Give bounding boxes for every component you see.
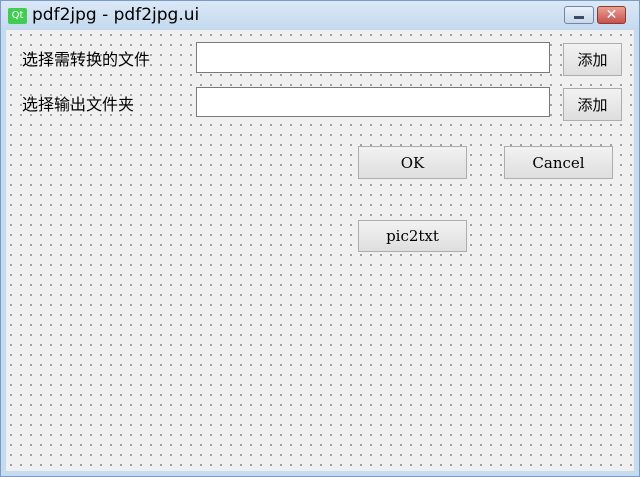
output-folder-input[interactable] — [196, 87, 550, 117]
title-bar[interactable]: Qt pdf2jpg - pdf2jpg.ui ✕ — [1, 1, 639, 30]
qt-logo-icon: Qt — [8, 8, 27, 24]
window-title: pdf2jpg - pdf2jpg.ui — [32, 5, 200, 25]
form-canvas: 选择需转换的文件 添加 选择输出文件夹 添加 OK Cancel pic2txt — [6, 30, 634, 471]
add-output-button[interactable]: 添加 — [563, 88, 622, 121]
pic2txt-button[interactable]: pic2txt — [358, 220, 467, 252]
source-file-label: 选择需转换的文件 — [22, 50, 151, 69]
minimize-button[interactable] — [564, 6, 594, 24]
ok-button[interactable]: OK — [358, 146, 467, 179]
source-file-input[interactable] — [196, 42, 550, 73]
output-folder-label: 选择输出文件夹 — [22, 95, 135, 114]
main-window: Qt pdf2jpg - pdf2jpg.ui ✕ 选择需转换的文件 添加 选择… — [0, 0, 640, 477]
add-source-button[interactable]: 添加 — [563, 43, 622, 76]
cancel-button[interactable]: Cancel — [504, 146, 613, 179]
close-button[interactable]: ✕ — [597, 6, 626, 24]
